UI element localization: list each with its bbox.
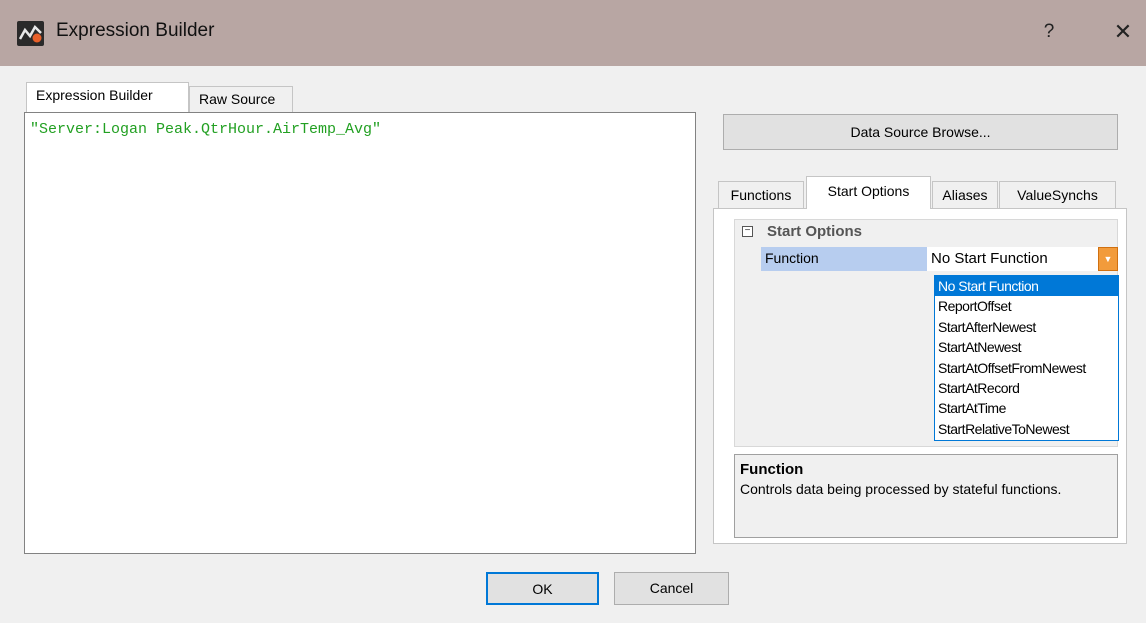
- tab-expression-builder[interactable]: Expression Builder: [26, 82, 189, 112]
- tab-start-options[interactable]: Start Options: [806, 176, 931, 209]
- expression-editor[interactable]: "Server:Logan Peak.QtrHour.AirTemp_Avg": [24, 112, 696, 554]
- expression-text: "Server:Logan Peak.QtrHour.AirTemp_Avg": [30, 121, 382, 138]
- dropdown-option[interactable]: StartRelativeToNewest: [935, 419, 1118, 439]
- ok-button[interactable]: OK: [486, 572, 599, 605]
- dropdown-option[interactable]: ReportOffset: [935, 296, 1118, 316]
- cancel-button[interactable]: Cancel: [614, 572, 729, 605]
- function-dropdown-list[interactable]: No Start Function ReportOffset StartAfte…: [934, 275, 1119, 441]
- tab-raw-source[interactable]: Raw Source: [189, 86, 293, 112]
- description-body: Controls data being processed by statefu…: [740, 481, 1062, 497]
- tab-valuesynchs[interactable]: ValueSynchs: [999, 181, 1116, 208]
- category-label: Start Options: [767, 223, 863, 240]
- category-row[interactable]: − Start Options: [735, 220, 1117, 244]
- window-title: Expression Builder: [56, 20, 215, 41]
- dropdown-option[interactable]: StartAtOffsetFromNewest: [935, 358, 1118, 378]
- collapse-icon[interactable]: −: [742, 226, 753, 237]
- help-button[interactable]: ?: [1034, 17, 1064, 47]
- dropdown-option[interactable]: StartAtTime: [935, 398, 1118, 418]
- dropdown-option[interactable]: StartAfterNewest: [935, 317, 1118, 337]
- dropdown-option[interactable]: No Start Function: [935, 276, 1118, 297]
- description-title: Function: [740, 461, 804, 478]
- tab-aliases[interactable]: Aliases: [932, 181, 998, 208]
- property-row-function[interactable]: Function No Start Function: [761, 247, 1117, 271]
- tab-functions[interactable]: Functions: [718, 181, 804, 208]
- data-source-browse-button[interactable]: Data Source Browse...: [723, 114, 1118, 150]
- dropdown-option[interactable]: StartAtRecord: [935, 378, 1118, 398]
- app-logo-icon: [17, 21, 44, 46]
- close-button[interactable]: ✕: [1108, 17, 1138, 47]
- title-bar[interactable]: Expression Builder ? ✕: [0, 0, 1146, 66]
- property-description: Function Controls data being processed b…: [734, 454, 1118, 538]
- property-name: Function: [761, 247, 927, 271]
- property-value[interactable]: No Start Function: [927, 247, 1117, 271]
- dropdown-option[interactable]: StartAtNewest: [935, 337, 1118, 357]
- dropdown-arrow-icon[interactable]: ▼: [1098, 247, 1118, 271]
